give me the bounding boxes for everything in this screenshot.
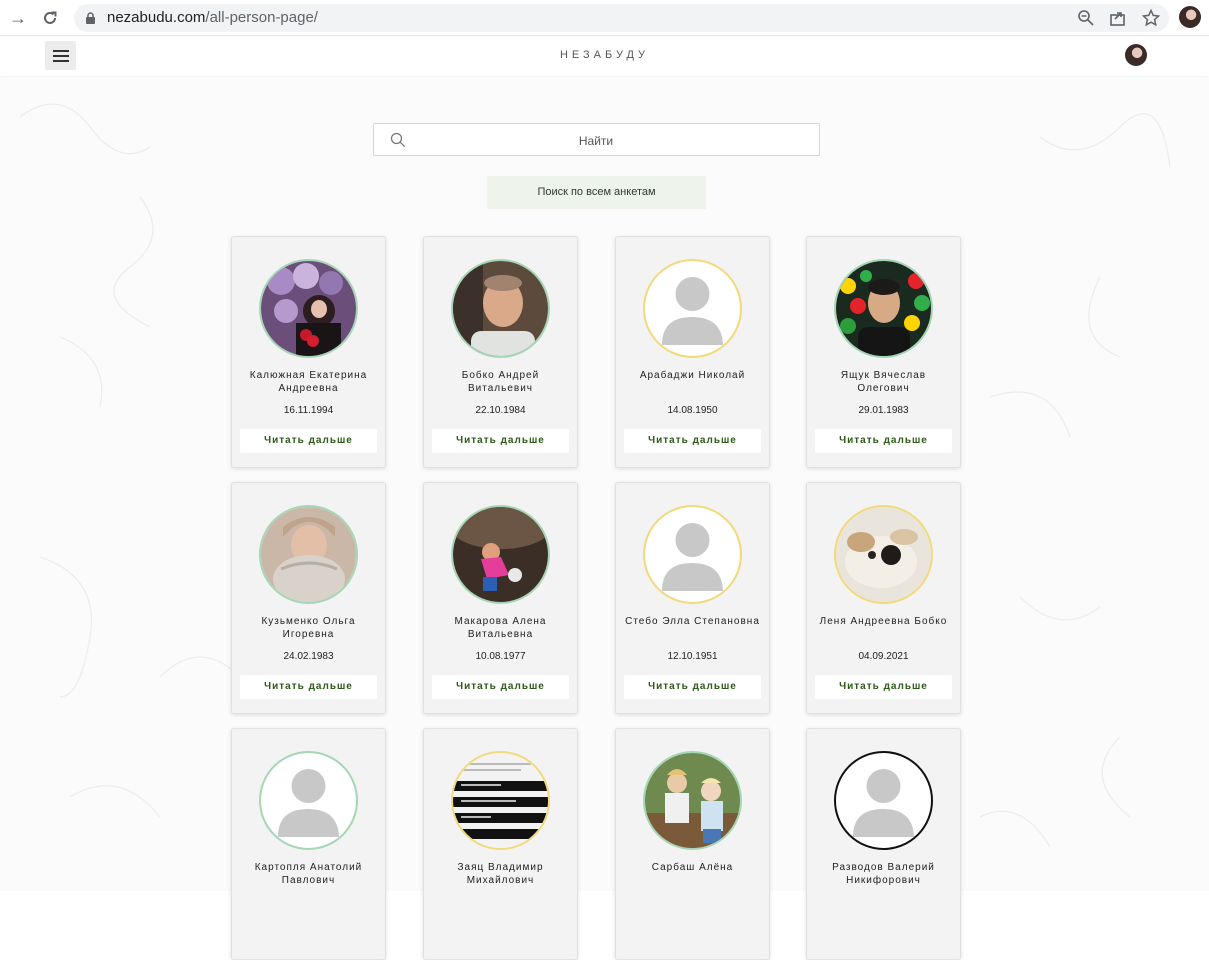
person-card: Сарбаш Алёна xyxy=(615,728,770,960)
person-card: Бобко Андрей Витальевич 22.10.1984 Читат… xyxy=(423,236,578,468)
address-bar[interactable]: nezabudu.com/all-person-page/ xyxy=(74,4,1169,32)
person-photo[interactable] xyxy=(259,505,358,604)
browser-toolbar: → nezabudu.com/all-person-page/ xyxy=(0,0,1209,36)
person-card: Макарова Алена Витальевна 10.08.1977 Чит… xyxy=(423,482,578,714)
person-date: 29.01.1983 xyxy=(858,405,909,416)
person-photo[interactable] xyxy=(834,505,933,604)
search-all-button[interactable]: Поиск по всем анкетам xyxy=(487,176,706,209)
person-name: Стебо Элла Степановна xyxy=(625,616,760,627)
person-name: Разводов Валерий Никифорович xyxy=(832,862,935,886)
person-name: Заяц Владимир Михайлович xyxy=(457,862,544,886)
person-name: Бобко Андрей Витальевич xyxy=(461,370,540,394)
url-text: nezabudu.com/all-person-page/ xyxy=(107,9,318,26)
person-card: Кузьменко Ольга Игоревна 24.02.1983 Чита… xyxy=(231,482,386,714)
site-header: НЕЗАБУДУ xyxy=(0,36,1209,76)
person-date: 12.10.1951 xyxy=(667,651,718,662)
person-photo[interactable] xyxy=(259,259,358,358)
person-photo-placeholder[interactable] xyxy=(643,259,742,358)
read-more-button[interactable]: Читать дальше xyxy=(815,429,952,453)
person-name: Калюжная Екатерина Андреевна xyxy=(249,370,368,394)
person-card: Разводов Валерий Никифорович xyxy=(806,728,961,960)
read-more-button[interactable]: Читать дальше xyxy=(240,675,377,699)
site-title[interactable]: НЕЗАБУДУ xyxy=(0,49,1209,61)
lock-icon xyxy=(86,12,95,24)
zoom-icon[interactable] xyxy=(1076,8,1096,28)
read-more-button[interactable]: Читать дальше xyxy=(624,675,761,699)
person-card: Леня Андреевна Бобко 04.09.2021 Читать д… xyxy=(806,482,961,714)
person-date: 16.11.1994 xyxy=(283,405,334,416)
read-more-button[interactable]: Читать дальше xyxy=(624,429,761,453)
person-photo-placeholder[interactable] xyxy=(259,751,358,850)
read-more-button[interactable]: Читать дальше xyxy=(432,675,569,699)
person-name: Макарова Алена Витальевна xyxy=(454,616,547,640)
read-more-button[interactable]: Читать дальше xyxy=(432,429,569,453)
search-icon xyxy=(390,132,406,148)
person-date: 22.10.1984 xyxy=(475,405,526,416)
person-card: Арабаджи Николай 14.08.1950 Читать дальш… xyxy=(615,236,770,468)
user-avatar[interactable] xyxy=(1125,44,1147,66)
person-photo[interactable] xyxy=(643,751,742,850)
share-icon[interactable] xyxy=(1108,8,1128,28)
person-date: 04.09.2021 xyxy=(858,651,909,662)
person-photo[interactable] xyxy=(451,505,550,604)
read-more-button[interactable]: Читать дальше xyxy=(815,675,952,699)
main-content: Поиск по всем анкетам Калюжная Екатерина… xyxy=(0,77,1209,960)
person-photo[interactable] xyxy=(451,751,550,850)
person-date: 10.08.1977 xyxy=(475,651,526,662)
search-input[interactable] xyxy=(414,124,778,157)
person-card: Картопля Анатолий Павлович xyxy=(231,728,386,960)
person-date: 24.02.1983 xyxy=(283,651,334,662)
person-photo[interactable] xyxy=(451,259,550,358)
person-card: Ящук Вячеслав Олегович 29.01.1983 Читать… xyxy=(806,236,961,468)
person-name: Арабаджи Николай xyxy=(639,370,746,381)
bookmark-star-icon[interactable] xyxy=(1141,8,1161,28)
person-name: Сарбаш Алёна xyxy=(651,862,734,873)
person-name: Картопля Анатолий Павлович xyxy=(254,862,363,886)
forward-arrow-icon[interactable]: → xyxy=(6,6,30,30)
person-date: 14.08.1950 xyxy=(667,405,718,416)
person-name: Леня Андреевна Бобко xyxy=(819,616,948,627)
person-photo[interactable] xyxy=(834,259,933,358)
reload-icon[interactable] xyxy=(38,6,62,30)
person-card: Калюжная Екатерина Андреевна 16.11.1994 … xyxy=(231,236,386,468)
search-box xyxy=(373,123,820,157)
person-card: Стебо Элла Степановна 12.10.1951 Читать … xyxy=(615,482,770,714)
read-more-button[interactable]: Читать дальше xyxy=(240,429,377,453)
person-photo-placeholder[interactable] xyxy=(643,505,742,604)
person-name: Ящук Вячеслав Олегович xyxy=(840,370,927,394)
browser-profile-avatar[interactable] xyxy=(1179,6,1201,28)
person-photo-placeholder[interactable] xyxy=(834,751,933,850)
person-card: Заяц Владимир Михайлович xyxy=(423,728,578,960)
person-name: Кузьменко Ольга Игоревна xyxy=(261,616,356,640)
